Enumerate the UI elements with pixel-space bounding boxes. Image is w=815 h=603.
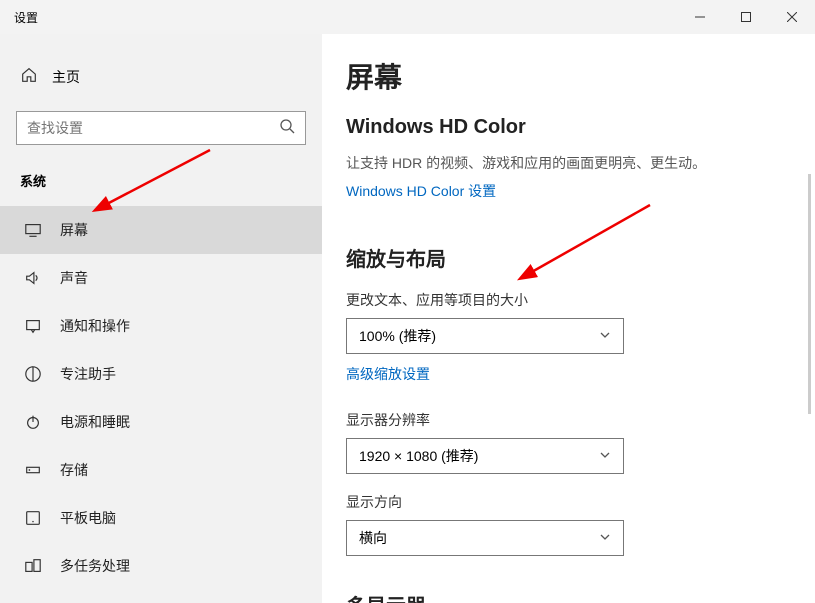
- chevron-down-icon: [599, 530, 611, 546]
- hd-color-heading: Windows HD Color: [346, 116, 791, 139]
- notification-icon: [24, 317, 42, 335]
- orientation-value: 横向: [359, 528, 387, 548]
- scale-heading: 缩放与布局: [346, 243, 791, 272]
- text-size-value: 100% (推荐): [359, 326, 436, 346]
- chevron-down-icon: [599, 448, 611, 464]
- window-controls: [677, 0, 815, 34]
- chevron-down-icon: [599, 328, 611, 344]
- sidebar-item-label: 屏幕: [60, 220, 88, 240]
- scrollbar[interactable]: [808, 174, 811, 414]
- sidebar-item-power[interactable]: 电源和睡眠: [0, 398, 322, 446]
- maximize-button[interactable]: [723, 0, 769, 34]
- resolution-dropdown[interactable]: 1920 × 1080 (推荐): [346, 438, 624, 474]
- sidebar-item-tablet[interactable]: 平板电脑: [0, 494, 322, 542]
- sidebar-item-label: 存储: [60, 460, 88, 480]
- multi-display-heading: 多显示器: [346, 590, 791, 603]
- hd-color-desc: 让支持 HDR 的视频、游戏和应用的画面更明亮、更生动。: [346, 153, 791, 173]
- advanced-scaling-link[interactable]: 高级缩放设置: [346, 364, 430, 384]
- sidebar: 主页 系统 屏幕 声音 通知和操作: [0, 34, 322, 603]
- display-icon: [24, 221, 42, 239]
- home-button[interactable]: 主页: [0, 56, 322, 97]
- sidebar-item-display[interactable]: 屏幕: [0, 206, 322, 254]
- titlebar: 设置: [0, 0, 815, 34]
- resolution-label: 显示器分辨率: [346, 410, 791, 430]
- sidebar-item-label: 声音: [60, 268, 88, 288]
- focus-icon: [24, 365, 42, 383]
- orientation-label: 显示方向: [346, 492, 791, 512]
- home-label: 主页: [52, 67, 80, 87]
- sidebar-item-label: 平板电脑: [60, 508, 116, 528]
- power-icon: [24, 413, 42, 431]
- minimize-button[interactable]: [677, 0, 723, 34]
- sidebar-item-label: 专注助手: [60, 364, 116, 384]
- sidebar-item-multitask[interactable]: 多任务处理: [0, 542, 322, 590]
- resolution-value: 1920 × 1080 (推荐): [359, 446, 478, 466]
- home-icon: [20, 66, 38, 87]
- content-area: 屏幕 Windows HD Color 让支持 HDR 的视频、游戏和应用的画面…: [322, 34, 815, 603]
- sidebar-item-focus[interactable]: 专注助手: [0, 350, 322, 398]
- search-box[interactable]: [16, 111, 306, 145]
- tablet-icon: [24, 509, 42, 527]
- sound-icon: [24, 269, 42, 287]
- sidebar-item-sound[interactable]: 声音: [0, 254, 322, 302]
- page-title: 屏幕: [346, 56, 791, 96]
- hd-color-link[interactable]: Windows HD Color 设置: [346, 181, 496, 201]
- sidebar-item-label: 多任务处理: [60, 556, 130, 576]
- sidebar-category: 系统: [0, 161, 322, 206]
- text-size-label: 更改文本、应用等项目的大小: [346, 290, 791, 310]
- sidebar-item-label: 通知和操作: [60, 316, 130, 336]
- search-icon: [279, 118, 295, 139]
- window-title: 设置: [14, 9, 38, 26]
- multitask-icon: [24, 557, 42, 575]
- orientation-dropdown[interactable]: 横向: [346, 520, 624, 556]
- text-size-dropdown[interactable]: 100% (推荐): [346, 318, 624, 354]
- storage-icon: [24, 461, 42, 479]
- sidebar-item-notifications[interactable]: 通知和操作: [0, 302, 322, 350]
- sidebar-item-label: 电源和睡眠: [60, 412, 130, 432]
- search-input[interactable]: [27, 120, 279, 136]
- close-button[interactable]: [769, 0, 815, 34]
- sidebar-item-storage[interactable]: 存储: [0, 446, 322, 494]
